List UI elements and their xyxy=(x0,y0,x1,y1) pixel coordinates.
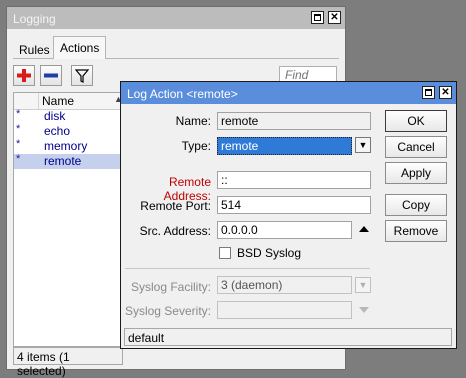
list-item[interactable]: * memory xyxy=(14,138,126,154)
bsd-syslog-checkbox[interactable] xyxy=(219,247,231,259)
list-item[interactable]: * disk xyxy=(14,108,126,124)
name-label: Name: xyxy=(175,114,211,128)
type-label: Type: xyxy=(181,139,211,153)
syslog-severity-label: Syslog Severity: xyxy=(124,304,211,318)
dialog-title: Log Action <remote> xyxy=(127,87,238,101)
column-name-header[interactable]: Name xyxy=(42,94,74,108)
enabled-marker: * xyxy=(16,108,21,120)
close-icon[interactable]: ✕ xyxy=(328,11,341,24)
remote-address-input[interactable]: :: xyxy=(217,171,371,189)
tab-rules-label: Rules xyxy=(19,43,50,57)
close-icon[interactable]: ✕ xyxy=(439,86,452,99)
list-item-selected[interactable]: * remote xyxy=(14,153,126,169)
dialog-status: default xyxy=(124,328,452,346)
src-address-input[interactable]: 0.0.0.0 xyxy=(217,221,352,239)
type-select[interactable]: remote xyxy=(217,137,352,155)
remove-action-button[interactable]: Remove xyxy=(385,220,447,242)
tab-actions-label: Actions xyxy=(60,41,100,55)
column-divider xyxy=(38,93,39,109)
remote-port-input[interactable]: 514 xyxy=(217,196,371,214)
log-action-dialog: Log Action <remote> ✕ Name: remote Type:… xyxy=(120,81,457,349)
add-icon xyxy=(17,69,31,82)
list-item-name: remote xyxy=(44,154,82,168)
ok-button[interactable]: OK xyxy=(385,110,447,132)
maximize-icon[interactable] xyxy=(311,11,324,24)
logging-status: 4 items (1 selected) xyxy=(13,347,123,378)
syslog-facility-label: Syslog Facility: xyxy=(130,280,211,294)
logging-titlebar[interactable]: Logging ✕ xyxy=(7,7,345,29)
tab-actions[interactable]: Actions xyxy=(53,36,107,59)
apply-button[interactable]: Apply xyxy=(385,162,447,184)
section-divider xyxy=(125,268,370,269)
dropdown-arrow-icon[interactable]: ▼ xyxy=(355,137,371,153)
syslog-facility-select[interactable]: 3 (daemon) xyxy=(217,276,352,294)
copy-button[interactable]: Copy xyxy=(385,194,447,216)
cancel-button[interactable]: Cancel xyxy=(385,136,447,158)
remove-icon xyxy=(44,73,58,78)
filter-icon xyxy=(74,69,90,83)
name-field[interactable]: remote xyxy=(217,112,371,130)
remove-button[interactable] xyxy=(40,65,62,86)
maximize-icon[interactable] xyxy=(422,86,435,99)
list-item-name: echo xyxy=(44,124,71,138)
logging-window-title: Logging xyxy=(13,12,56,26)
list-item-name: memory xyxy=(44,139,88,153)
collapse-up-icon[interactable] xyxy=(359,226,369,232)
src-address-label: Src. Address: xyxy=(139,224,211,238)
enabled-marker: * xyxy=(16,138,21,150)
enabled-marker: * xyxy=(16,123,21,135)
dropdown-arrow-icon[interactable] xyxy=(359,307,369,313)
syslog-severity-select[interactable] xyxy=(217,301,352,319)
bsd-syslog-label: BSD Syslog xyxy=(237,246,302,260)
filter-button[interactable] xyxy=(71,65,93,86)
enabled-marker: * xyxy=(16,153,21,165)
logging-tabs: Rules Actions xyxy=(13,36,339,59)
add-button[interactable] xyxy=(13,65,35,86)
dropdown-arrow-icon[interactable]: ▼ xyxy=(355,277,371,293)
remote-port-label: Remote Port: xyxy=(140,199,211,213)
tab-rules[interactable]: Rules xyxy=(13,40,56,58)
dialog-titlebar[interactable]: Log Action <remote> ✕ xyxy=(121,82,456,104)
list-item[interactable]: * echo xyxy=(14,123,126,139)
list-item-name: disk xyxy=(44,109,66,123)
